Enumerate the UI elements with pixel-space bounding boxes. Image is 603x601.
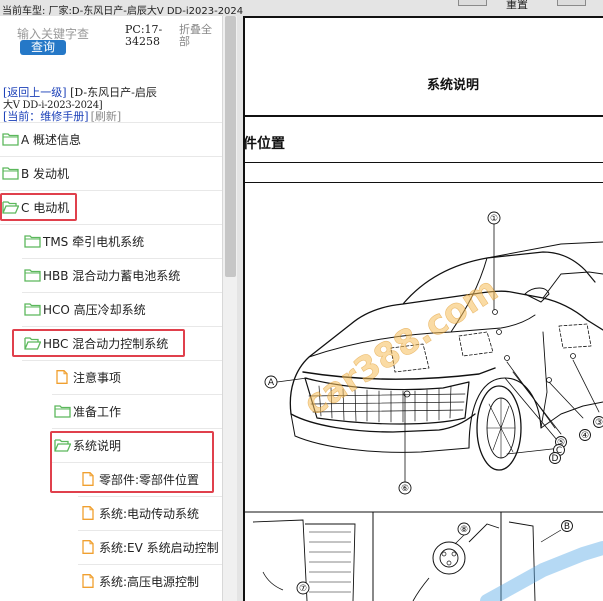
pc-code: PC:17-34258 — [125, 23, 163, 48]
page-icon — [80, 506, 97, 520]
tree-item[interactable]: HBB 混合动力蓄电池系统 — [24, 261, 180, 289]
document-title: 系统说明 — [427, 78, 480, 93]
page-icon — [80, 540, 97, 554]
document-border — [243, 16, 603, 18]
side-window — [542, 271, 603, 299]
component-outline — [458, 331, 494, 357]
divider — [52, 394, 222, 395]
divider — [22, 360, 222, 361]
current-car-model: 当前车型: 厂家:D-东风日产-启辰大V DD-i2023-2024 — [2, 6, 244, 17]
tree-item-label: TMS 牵引电机系统 — [43, 234, 145, 249]
watermark: car388.com — [297, 269, 506, 424]
front-arch — [468, 377, 542, 449]
search-button[interactable]: 查询 — [20, 40, 66, 55]
tree-item[interactable]: A 概述信息 — [2, 125, 81, 153]
highlight-box — [12, 329, 185, 357]
page-icon — [80, 574, 97, 588]
callout-label: ③ — [595, 418, 603, 428]
callout-label: ④ — [581, 431, 589, 441]
tree-item[interactable]: B 发动机 — [2, 159, 69, 187]
tree-item-label: 系统:高压电源控制 — [99, 574, 200, 589]
folder-closed-icon — [24, 302, 41, 316]
divider — [0, 122, 222, 123]
divider — [0, 190, 222, 191]
divider — [243, 162, 603, 163]
folder-closed-icon — [24, 268, 41, 282]
divider — [0, 224, 222, 225]
tree-item-label: A 概述信息 — [21, 132, 82, 147]
tree-item[interactable]: HCO 高压冷却系统 — [24, 295, 146, 323]
callout-label: B — [564, 522, 570, 532]
callout-label: ⑥ — [401, 484, 409, 494]
app-window: 当前车型: 厂家:D-东风日产-启辰大V DD-i2023-2024 重置 查询… — [0, 0, 603, 601]
tree-item[interactable]: TMS 牵引电机系统 — [24, 227, 144, 255]
divider — [78, 530, 222, 531]
page-icon — [54, 370, 71, 384]
toolbar-button-left[interactable] — [458, 0, 487, 6]
callout-label: ⑧ — [460, 525, 468, 535]
toolbar-button-reset[interactable]: 重置 — [506, 0, 528, 12]
tree-item[interactable]: 准备工作 — [54, 397, 121, 425]
divider — [78, 496, 222, 497]
scrollbar[interactable] — [222, 16, 237, 601]
component-outline — [558, 323, 592, 349]
divider — [52, 428, 222, 429]
divider — [22, 326, 222, 327]
tree-item-label: 注意事项 — [73, 370, 122, 385]
document-pane: 系统说明 件位置 ① ⑥ A ④ ⑤ C D ③ ⑦ ⑧ B car388.co… — [243, 16, 603, 601]
divider — [22, 258, 222, 259]
top-bar: 当前车型: 厂家:D-东风日产-启辰大V DD-i2023-2024 重置 — [0, 0, 603, 17]
tree-item-label: 准备工作 — [73, 404, 122, 419]
tree-item-label: HBB 混合动力蓄电池系统 — [43, 268, 181, 283]
tree-item-label: 系统:EV 系统启动控制 — [99, 540, 219, 555]
callout-label: ⑦ — [299, 584, 307, 594]
folder-closed-icon — [54, 404, 71, 418]
divider — [0, 156, 222, 157]
tree-item-label: HCO 高压冷却系统 — [43, 302, 146, 317]
callout-label: A — [268, 378, 275, 388]
scrollbar-thumb[interactable] — [225, 16, 236, 277]
divider — [243, 115, 603, 117]
tree-item[interactable]: 系统:高压电源控制 — [80, 567, 199, 595]
folder-closed-icon — [2, 132, 19, 146]
navigation-pane: 查询 PC:17-34258 折叠全部 [返回上一级] [D-东风日产-启辰 大… — [0, 16, 222, 601]
tree-item[interactable]: 注意事项 — [54, 363, 121, 391]
component-location-figure: ① ⑥ A ④ ⑤ C D ③ ⑦ ⑧ B car388.com — [243, 211, 603, 601]
callout-label: D — [552, 454, 559, 464]
callout-label: ① — [490, 214, 498, 224]
divider — [78, 564, 222, 565]
tree-item[interactable]: 系统:电动传动系统 — [80, 499, 199, 527]
highlight-box — [0, 193, 77, 221]
toolbar-button-right[interactable] — [557, 0, 586, 6]
highlight-box — [50, 431, 214, 493]
section-heading: 件位置 — [243, 136, 285, 152]
collapse-all-button[interactable]: 折叠全部 — [179, 24, 219, 48]
divider — [22, 292, 222, 293]
tree-item-label: B 发动机 — [21, 166, 70, 181]
tree-item-label: 系统:电动传动系统 — [99, 506, 200, 521]
folder-closed-icon — [2, 166, 19, 180]
folder-closed-icon — [24, 234, 41, 248]
tree-item[interactable]: 系统:EV 系统启动控制 — [80, 533, 219, 561]
